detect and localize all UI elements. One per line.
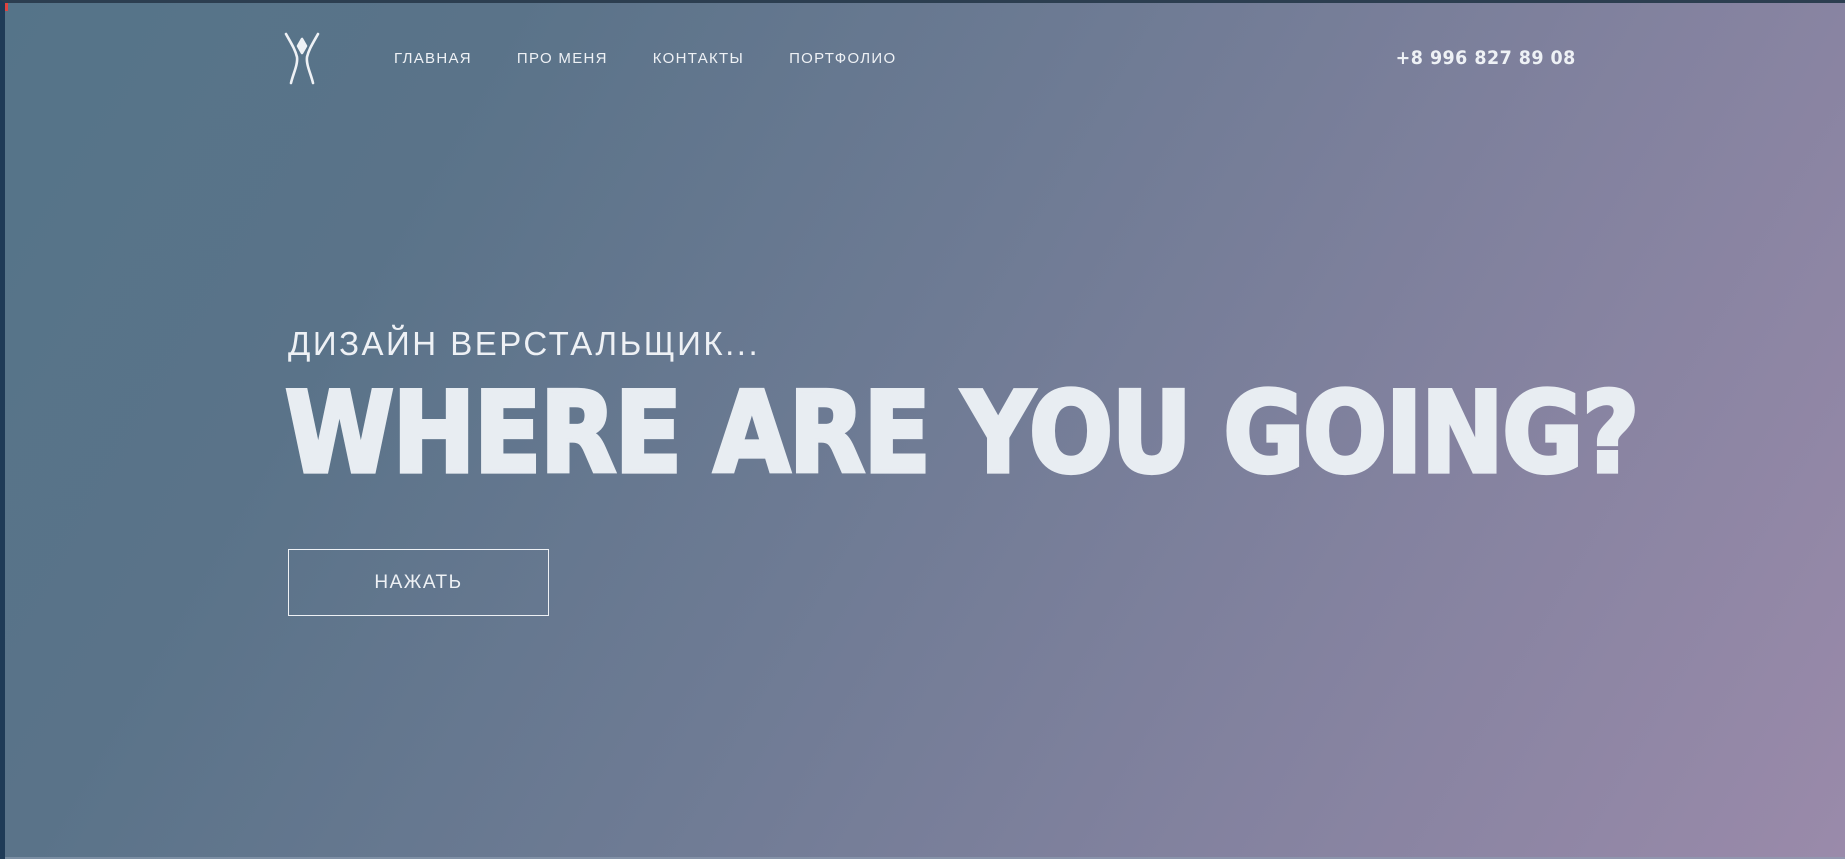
main-nav: ГЛАВНАЯ ПРО МЕНЯ КОНТАКТЫ ПОРТФОЛИО — [394, 50, 941, 67]
nav-item-home[interactable]: ГЛАВНАЯ — [394, 50, 472, 67]
landing-page: ГЛАВНАЯ ПРО МЕНЯ КОНТАКТЫ ПОРТФОЛИО +8 9… — [0, 0, 1845, 859]
phone-number-link[interactable]: +8 996 827 89 08 — [1396, 47, 1576, 69]
window-corner-accent — [5, 3, 8, 11]
nav-item-about[interactable]: ПРО МЕНЯ — [517, 50, 608, 67]
hero-section: ДИЗАЙН ВЕРСТАЛЬЩИК... WHERE ARE YOU GOIN… — [283, 325, 1845, 511]
cta-button[interactable]: НАЖАТЬ — [288, 549, 549, 616]
site-header: ГЛАВНАЯ ПРО МЕНЯ КОНТАКТЫ ПОРТФОЛИО +8 9… — [283, 29, 1576, 85]
nav-item-portfolio[interactable]: ПОРТФОЛИО — [789, 50, 896, 67]
hero-subtitle: ДИЗАЙН ВЕРСТАЛЬЩИК... — [288, 325, 761, 362]
hero-headline: WHERE ARE YOU GOING? — [283, 367, 1641, 499]
nav-item-contacts[interactable]: КОНТАКТЫ — [653, 50, 744, 67]
person-figure-logo-icon[interactable] — [283, 29, 321, 85]
